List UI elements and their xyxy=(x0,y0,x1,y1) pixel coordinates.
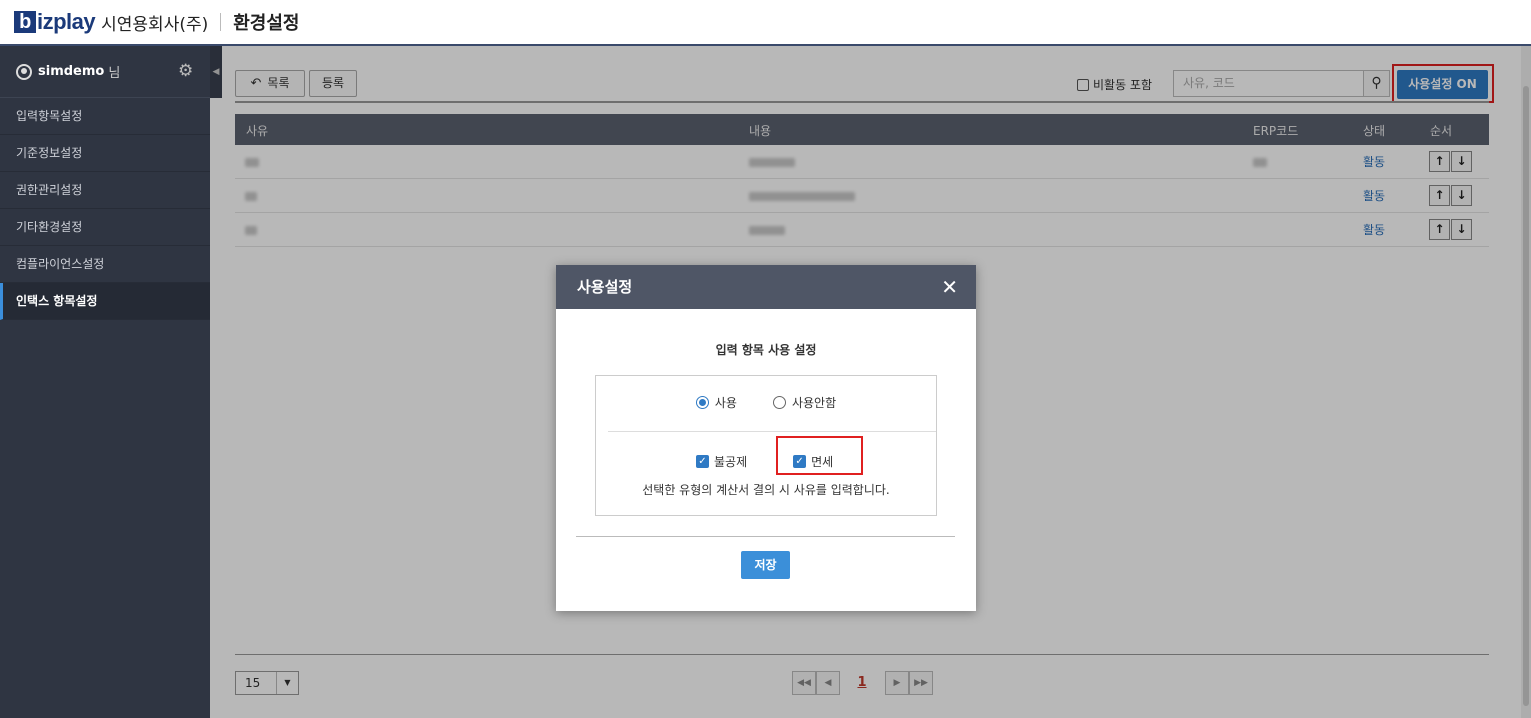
usage-setting-modal: 사용설정 ✕ 입력 항목 사용 설정 사용 사용안함 ✓ 불공제 ✓ 면세 선택… xyxy=(556,265,976,611)
sidebar: simdemo 님 ⚙ 입력항목설정 기준정보설정 권한관리설정 기타환경설정 … xyxy=(0,46,210,718)
header-divider xyxy=(220,13,222,31)
radio-use-label: 사용 xyxy=(714,396,737,410)
modal-title: 사용설정 xyxy=(577,278,633,296)
settings-box: 사용 사용안함 ✓ 불공제 ✓ 면세 선택한 유형의 계산서 결의 시 사유를 … xyxy=(595,375,937,516)
gear-icon[interactable]: ⚙ xyxy=(178,63,194,80)
modal-subtitle: 입력 항목 사용 설정 xyxy=(715,343,817,357)
usage-radio-group: 사용 사용안함 xyxy=(596,394,936,411)
radio-selected-icon xyxy=(695,396,709,409)
app-header: b izplay 시연용회사(주) 환경설정 xyxy=(0,0,1531,46)
logo-mark: b xyxy=(14,11,36,33)
user-suffix: 님 xyxy=(108,66,121,81)
radio-use[interactable]: 사용 xyxy=(695,394,737,411)
page-title: 환경설정 xyxy=(233,13,300,34)
modal-header: 사용설정 ✕ xyxy=(556,265,976,309)
checkmark-icon: ✓ xyxy=(696,455,709,468)
settings-divider xyxy=(608,431,936,432)
checkbox-non-deductible[interactable]: ✓ 불공제 xyxy=(696,453,747,470)
user-name: simdemo xyxy=(38,64,105,79)
sidebar-item-input-items[interactable]: 입력항목설정 xyxy=(0,98,210,135)
radio-not-use-label: 사용안함 xyxy=(791,396,837,410)
radio-not-use[interactable]: 사용안함 xyxy=(772,394,837,411)
company-name: 시연용회사(주) xyxy=(101,14,209,35)
sidebar-item-other-settings[interactable]: 기타환경설정 xyxy=(0,209,210,246)
bizplay-logo[interactable]: b izplay xyxy=(14,9,96,35)
settings-description: 선택한 유형의 계산서 결의 시 사유를 입력합니다. xyxy=(642,483,890,497)
sidebar-item-compliance[interactable]: 컴플라이언스설정 xyxy=(0,246,210,283)
sidebar-item-permissions[interactable]: 권한관리설정 xyxy=(0,172,210,209)
user-panel: simdemo 님 ⚙ xyxy=(0,46,210,98)
highlight-box-tax-exempt xyxy=(776,436,863,475)
save-button[interactable]: 저장 xyxy=(741,551,790,579)
radio-unselected-icon xyxy=(772,396,786,409)
sidebar-item-intax[interactable]: 인택스 항목설정 xyxy=(0,283,210,320)
modal-footer-divider xyxy=(576,536,955,537)
sidebar-item-base-info[interactable]: 기준정보설정 xyxy=(0,135,210,172)
user-icon xyxy=(16,63,32,80)
close-icon[interactable]: ✕ xyxy=(941,265,958,309)
checkbox-non-deductible-label: 불공제 xyxy=(714,455,748,469)
logo-text: izplay xyxy=(37,9,96,34)
